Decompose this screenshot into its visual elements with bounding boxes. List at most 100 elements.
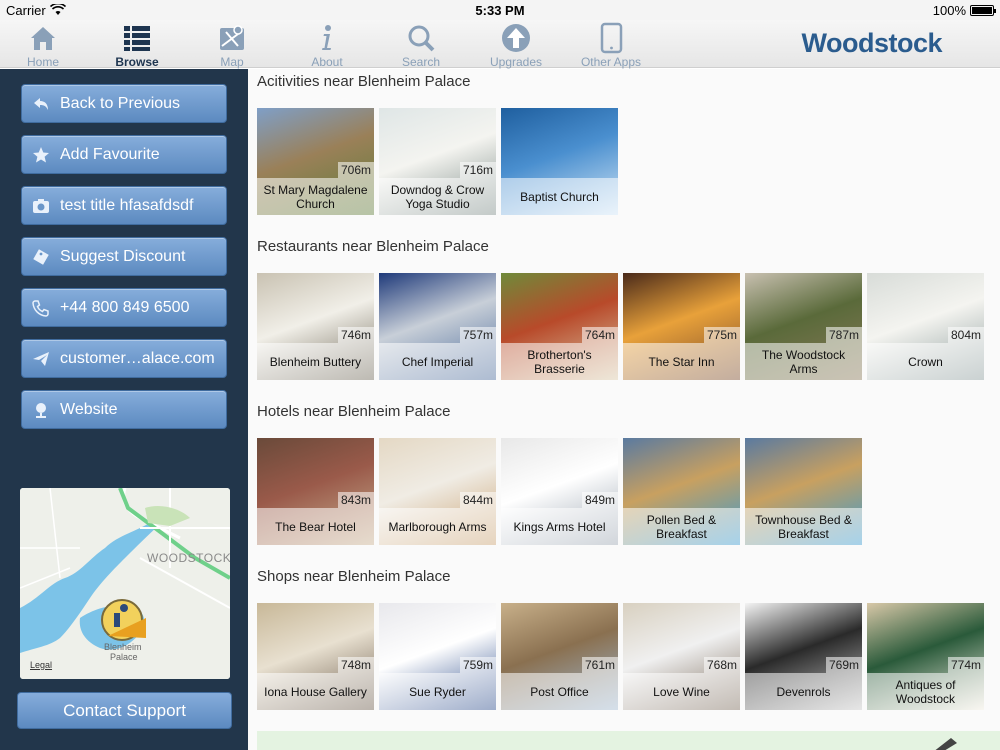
- map-icon: [220, 25, 244, 50]
- place-card[interactable]: Pollen Bed & Breakfast: [623, 438, 740, 545]
- place-name: St Mary Magdalene Church: [257, 178, 374, 215]
- distance-badge: 849m: [581, 492, 618, 508]
- star-icon: [33, 147, 49, 163]
- place-name: Blenheim Buttery: [257, 343, 374, 380]
- list-icon: [124, 26, 150, 51]
- place-name: Crown: [867, 343, 984, 380]
- place-card[interactable]: Townhouse Bed & Breakfast: [745, 438, 862, 545]
- button-label: Back to Previous: [60, 95, 181, 112]
- place-card[interactable]: 844m Marlborough Arms: [379, 438, 496, 545]
- place-card[interactable]: 706m St Mary Magdalene Church: [257, 108, 374, 215]
- distance-badge: 757m: [459, 327, 496, 343]
- section-title: Hotels near Blenheim Palace: [257, 403, 451, 420]
- place-name: Love Wine: [623, 673, 740, 710]
- place-card[interactable]: 759m Sue Ryder: [379, 603, 496, 710]
- section-title: Restaurants near Blenheim Palace: [257, 238, 489, 255]
- place-card[interactable]: 764m Brotherton's Brasserie: [501, 273, 618, 380]
- tab-label: Home: [26, 55, 59, 69]
- place-name: Antiques of Woodstock: [867, 673, 984, 710]
- website-button[interactable]: Website: [21, 390, 227, 429]
- email-button[interactable]: customer…alace.com: [21, 339, 227, 378]
- info-icon: [322, 25, 331, 50]
- distance-badge: 768m: [703, 657, 740, 673]
- distance-badge: 843m: [337, 492, 374, 508]
- tab-label: About: [311, 55, 343, 69]
- globe-icon: [36, 403, 46, 418]
- battery-icon: [970, 5, 996, 16]
- distance-badge: 775m: [703, 327, 740, 343]
- place-card[interactable]: Baptist Church: [501, 108, 618, 215]
- tab-map[interactable]: Map: [185, 20, 279, 69]
- place-name: Downdog & Crow Yoga Studio: [379, 178, 496, 215]
- place-name: The Star Inn: [623, 343, 740, 380]
- place-name: Chef Imperial: [379, 343, 496, 380]
- place-card[interactable]: 757m Chef Imperial: [379, 273, 496, 380]
- clock: 5:33 PM: [475, 3, 525, 18]
- phone-button[interactable]: +44 800 849 6500: [21, 288, 227, 327]
- distance-badge: 787m: [825, 327, 862, 343]
- distance-badge: 844m: [459, 492, 496, 508]
- place-card[interactable]: 746m Blenheim Buttery: [257, 273, 374, 380]
- button-label: Suggest Discount: [60, 248, 186, 265]
- distance-badge: 716m: [459, 162, 496, 178]
- place-card[interactable]: 716m Downdog & Crow Yoga Studio: [379, 108, 496, 215]
- send-icon: [33, 352, 49, 366]
- contact-support-button[interactable]: Contact Support: [17, 692, 232, 729]
- tab-browse[interactable]: Browse: [90, 20, 184, 69]
- place-card[interactable]: 849m Kings Arms Hotel: [501, 438, 618, 545]
- place-name: Post Office: [501, 673, 618, 710]
- place-card[interactable]: 769m Devenrols: [745, 603, 862, 710]
- tab-search[interactable]: Search: [374, 20, 468, 69]
- search-icon: [408, 25, 435, 52]
- location-map[interactable]: WOODSTOCK Blenheim Palace Legal: [20, 488, 230, 679]
- back-to-previous-button[interactable]: Back to Previous: [21, 84, 227, 123]
- tab-label: Map: [220, 55, 244, 69]
- place-name: Townhouse Bed & Breakfast: [745, 508, 862, 545]
- place-card[interactable]: 748m Iona House Gallery: [257, 603, 374, 710]
- map-pin-label: Blenheim: [104, 642, 142, 652]
- map-pin-label: Palace: [110, 652, 138, 662]
- place-card[interactable]: 843m The Bear Hotel: [257, 438, 374, 545]
- edit-icon[interactable]: [931, 734, 961, 750]
- top-tab-bar: Home Browse Map About Search Upgrades Ot…: [0, 20, 1000, 69]
- place-card[interactable]: 787m The Woodstock Arms: [745, 273, 862, 380]
- tab-label: Browse: [115, 55, 159, 69]
- place-card[interactable]: 775m The Star Inn: [623, 273, 740, 380]
- footer-banner: [257, 731, 1000, 750]
- tab-label: Upgrades: [489, 55, 543, 69]
- button-label: +44 800 849 6500: [60, 299, 190, 316]
- map-legal-link[interactable]: Legal: [30, 660, 52, 670]
- tab-upgrades[interactable]: Upgrades: [469, 20, 563, 69]
- place-name: The Woodstock Arms: [745, 343, 862, 380]
- place-name: Brotherton's Brasserie: [501, 343, 618, 380]
- button-label: Website: [60, 401, 118, 418]
- distance-badge: 769m: [825, 657, 862, 673]
- ticket-icon: [33, 249, 49, 265]
- button-label: customer…alace.com: [60, 350, 215, 367]
- sidebar: Back to Previous Add Favourite test titl…: [0, 69, 248, 750]
- section-title: Acitivities near Blenheim Palace: [257, 73, 471, 90]
- distance-badge: 804m: [947, 327, 984, 343]
- place-name: Sue Ryder: [379, 673, 496, 710]
- battery-percent: 100%: [932, 3, 966, 18]
- place-name: Kings Arms Hotel: [501, 508, 618, 545]
- home-icon: [31, 27, 55, 50]
- button-label: test title hfasafdsdf: [60, 197, 194, 214]
- tablet-icon: [600, 22, 623, 54]
- place-card[interactable]: 804m Crown: [867, 273, 984, 380]
- place-name: Iona House Gallery: [257, 673, 374, 710]
- photo-button[interactable]: test title hfasafdsdf: [21, 186, 227, 225]
- distance-badge: 746m: [337, 327, 374, 343]
- phone-icon: [32, 300, 49, 317]
- suggest-discount-button[interactable]: Suggest Discount: [21, 237, 227, 276]
- tab-other-apps[interactable]: Other Apps: [564, 20, 658, 69]
- tab-about[interactable]: About: [280, 20, 374, 69]
- distance-badge: 748m: [337, 657, 374, 673]
- place-card[interactable]: 761m Post Office: [501, 603, 618, 710]
- status-bar: Carrier 5:33 PM 100%: [0, 0, 1000, 20]
- place-card[interactable]: 774m Antiques of Woodstock: [867, 603, 984, 710]
- tab-home[interactable]: Home: [0, 20, 90, 69]
- add-favourite-button[interactable]: Add Favourite: [21, 135, 227, 174]
- distance-badge: 706m: [337, 162, 374, 178]
- place-card[interactable]: 768m Love Wine: [623, 603, 740, 710]
